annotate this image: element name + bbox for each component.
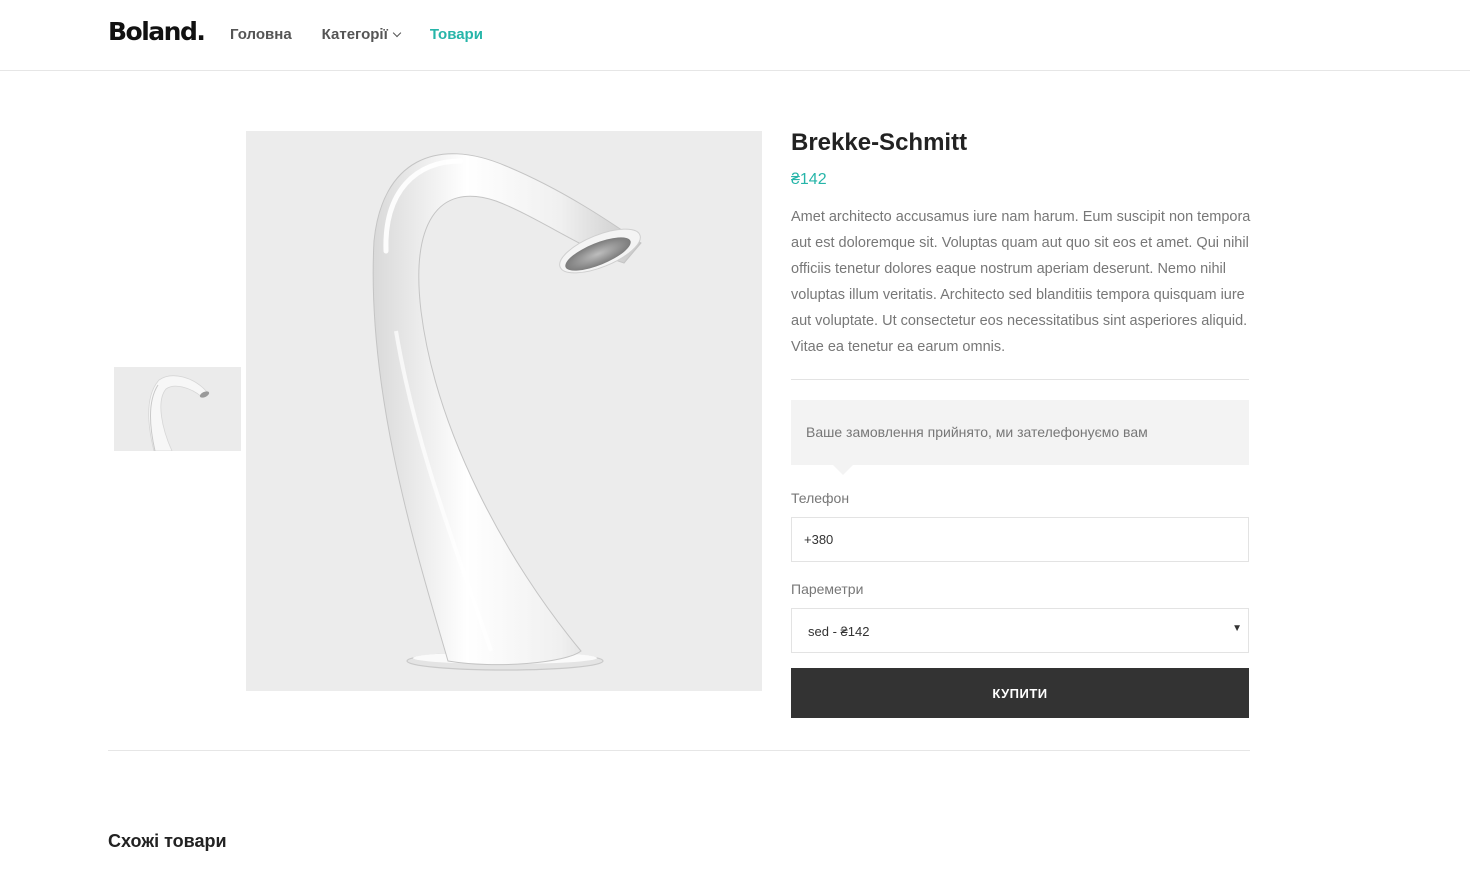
params-label: Пареметри — [791, 581, 864, 597]
triangle-down-icon: ▼ — [1232, 623, 1242, 634]
notice-tail — [833, 465, 853, 475]
product-thumbnail[interactable] — [114, 367, 241, 451]
product-title: Brekke-Schmitt — [791, 129, 968, 156]
divider — [791, 379, 1249, 380]
nav-item-label: Категорії — [321, 26, 388, 43]
site-logo[interactable]: Boland. — [108, 17, 206, 46]
nav-item-label: Товари — [429, 26, 483, 43]
buy-button[interactable]: КУПИТИ — [791, 668, 1249, 718]
site-header: Boland. Головна Категорії Товари — [0, 0, 1470, 71]
order-notice-text: Ваше замовлення прийнято, ми зателефонує… — [806, 424, 1148, 440]
product-description: Amet architecto accusamus iure nam harum… — [791, 209, 1251, 355]
phone-label: Телефон — [791, 490, 850, 506]
product-main-image — [246, 131, 762, 691]
product-price: ₴142 — [791, 171, 827, 188]
nav-item-home[interactable]: Головна — [230, 26, 292, 43]
nav-item-label: Головна — [230, 26, 292, 43]
nav-item-products[interactable]: Товари — [430, 26, 483, 43]
related-products-title: Схожі товари — [108, 831, 227, 851]
params-selected-value: sed - ₴142 — [808, 624, 870, 639]
nav-item-categories[interactable]: Категорії — [321, 26, 402, 43]
params-select[interactable]: sed - ₴142 ▼ — [791, 608, 1249, 653]
chevron-down-icon — [392, 28, 402, 37]
faucet-image — [246, 131, 762, 691]
faucet-thumbnail-image — [114, 367, 241, 451]
main-nav: Головна Категорії Товари — [230, 26, 513, 43]
section-divider — [108, 750, 1250, 751]
phone-input[interactable] — [791, 517, 1249, 562]
order-notice: Ваше замовлення прийнято, ми зателефонує… — [791, 400, 1249, 475]
